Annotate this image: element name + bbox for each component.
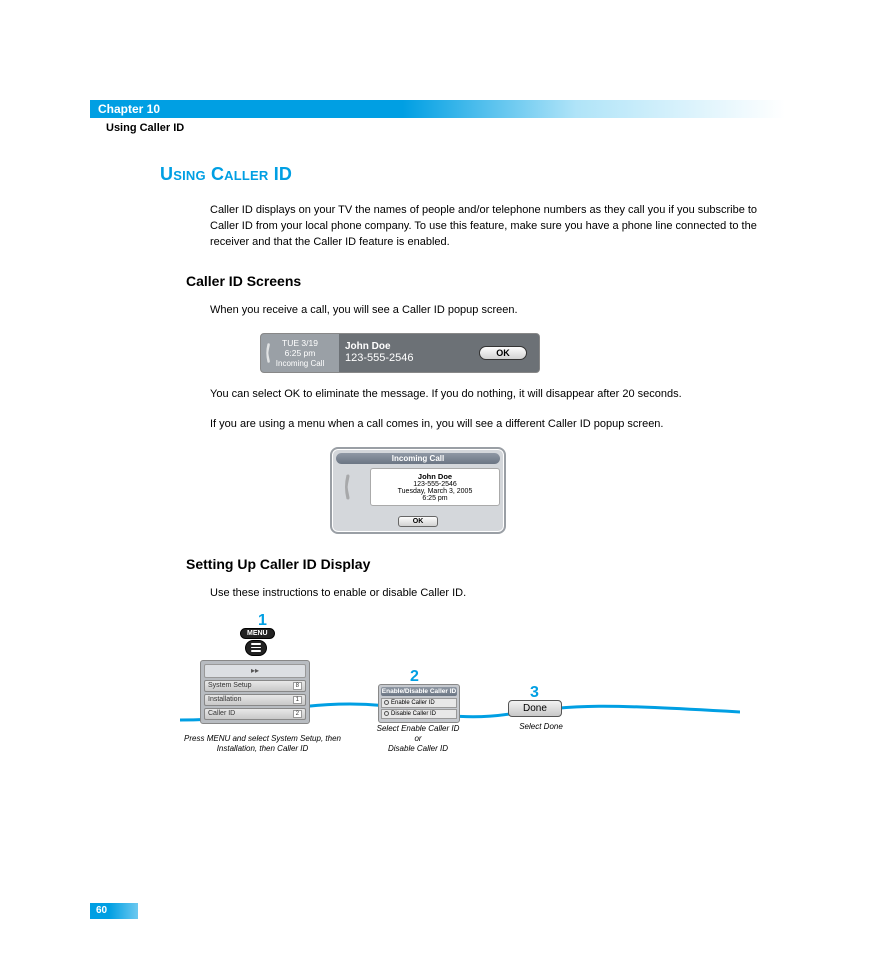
ok-button[interactable]: OK: [479, 346, 527, 360]
popup1-caller-number: 123-555-2546: [345, 352, 461, 364]
popup2-caller-name: John Doe: [373, 472, 497, 481]
popup1-left-panel: TUE 3/19 6:25 pm Incoming Call: [261, 334, 339, 372]
step-number-1: 1: [258, 612, 267, 630]
popup1-center-panel: John Doe 123-555-2546: [339, 334, 467, 372]
menu-row-label: Caller ID: [208, 710, 235, 717]
menu-row-label: Installation: [208, 696, 241, 703]
sub-heading-screens: Caller ID Screens: [186, 273, 785, 289]
callerid-popup-menu: Incoming Call John Doe 123-555-2546 Tues…: [330, 447, 785, 534]
enable-option: Enable Caller ID: [381, 698, 457, 708]
popup2-time: 6:25 pm: [373, 495, 497, 502]
step-number-2: 2: [410, 668, 419, 686]
setup-para: Use these instructions to enable or disa…: [210, 586, 775, 602]
steps-diagram: 1 MENU ▸▸ System Setup 8 Installation 1 …: [210, 616, 785, 776]
menu-mock-preview: ▸▸: [204, 664, 306, 678]
popup2-header: Incoming Call: [336, 453, 500, 464]
popup2-info-box: John Doe 123-555-2546 Tuesday, March 3, …: [370, 468, 500, 506]
popup2-ok-row: OK: [336, 510, 500, 528]
step2-caption: Select Enable Caller ID or Disable Calle…: [368, 724, 468, 754]
menu-icon: [245, 640, 267, 656]
done-button[interactable]: Done: [508, 700, 562, 717]
menu-screen-mock: ▸▸ System Setup 8 Installation 1 Caller …: [200, 660, 310, 724]
enable-dialog-header: Enable/Disable Caller ID: [381, 687, 457, 696]
menu-row-key: 1: [293, 696, 302, 704]
popup1-caller-name: John Doe: [345, 341, 461, 352]
step2-caption-l1: Select Enable Caller ID: [377, 724, 460, 733]
phone-icon: [264, 340, 278, 366]
menu-row-system-setup: System Setup 8: [204, 680, 306, 692]
screens-para-1: When you receive a call, you will see a …: [210, 303, 775, 319]
popup2-container: Incoming Call John Doe 123-555-2546 Tues…: [330, 447, 506, 534]
ok-button[interactable]: OK: [398, 516, 439, 527]
main-heading: Using Caller ID: [160, 164, 785, 185]
sub-heading-setup: Setting Up Caller ID Display: [186, 556, 785, 572]
popup2-body: John Doe 123-555-2546 Tuesday, March 3, …: [336, 468, 500, 506]
menu-row-caller-id: Caller ID 2: [204, 708, 306, 720]
radio-icon: [384, 711, 389, 716]
menu-row-key: 2: [293, 710, 302, 718]
phone-icon: [336, 468, 366, 506]
enable-option-label: Enable Caller ID: [391, 700, 435, 706]
step2-caption-l2: or: [414, 734, 421, 743]
menu-row-label: System Setup: [208, 682, 252, 689]
popup2-caller-number: 123-555-2546: [373, 481, 497, 488]
menu-row-installation: Installation 1: [204, 694, 306, 706]
step3-caption: Select Done: [506, 722, 576, 731]
disable-option: Disable Caller ID: [381, 709, 457, 719]
section-label: Using Caller ID: [106, 122, 785, 134]
radio-icon: [384, 700, 389, 705]
step-number-3: 3: [530, 684, 539, 702]
step1-caption: Press MENU and select System Setup, then…: [180, 734, 345, 754]
popup1-right-panel: OK: [467, 334, 539, 372]
chapter-bar: Chapter 10: [90, 100, 785, 118]
callerid-popup-wide: TUE 3/19 6:25 pm Incoming Call John Doe …: [260, 333, 785, 373]
screens-para-2: You can select OK to eliminate the messa…: [210, 387, 775, 403]
enable-disable-dialog: Enable/Disable Caller ID Enable Caller I…: [378, 684, 460, 723]
popup2-datetime: Tuesday, March 3, 2005: [373, 488, 497, 495]
disable-option-label: Disable Caller ID: [391, 711, 436, 717]
screens-para-3: If you are using a menu when a call come…: [210, 417, 775, 433]
menu-row-key: 8: [293, 682, 302, 690]
intro-paragraph: Caller ID displays on your TV the names …: [210, 203, 775, 251]
document-page: Chapter 10 Using Caller ID Using Caller …: [0, 0, 875, 954]
popup1-container: TUE 3/19 6:25 pm Incoming Call John Doe …: [260, 333, 540, 373]
page-number: 60: [90, 903, 138, 919]
step2-caption-l3: Disable Caller ID: [388, 744, 448, 753]
menu-button-label: MENU: [240, 628, 275, 639]
